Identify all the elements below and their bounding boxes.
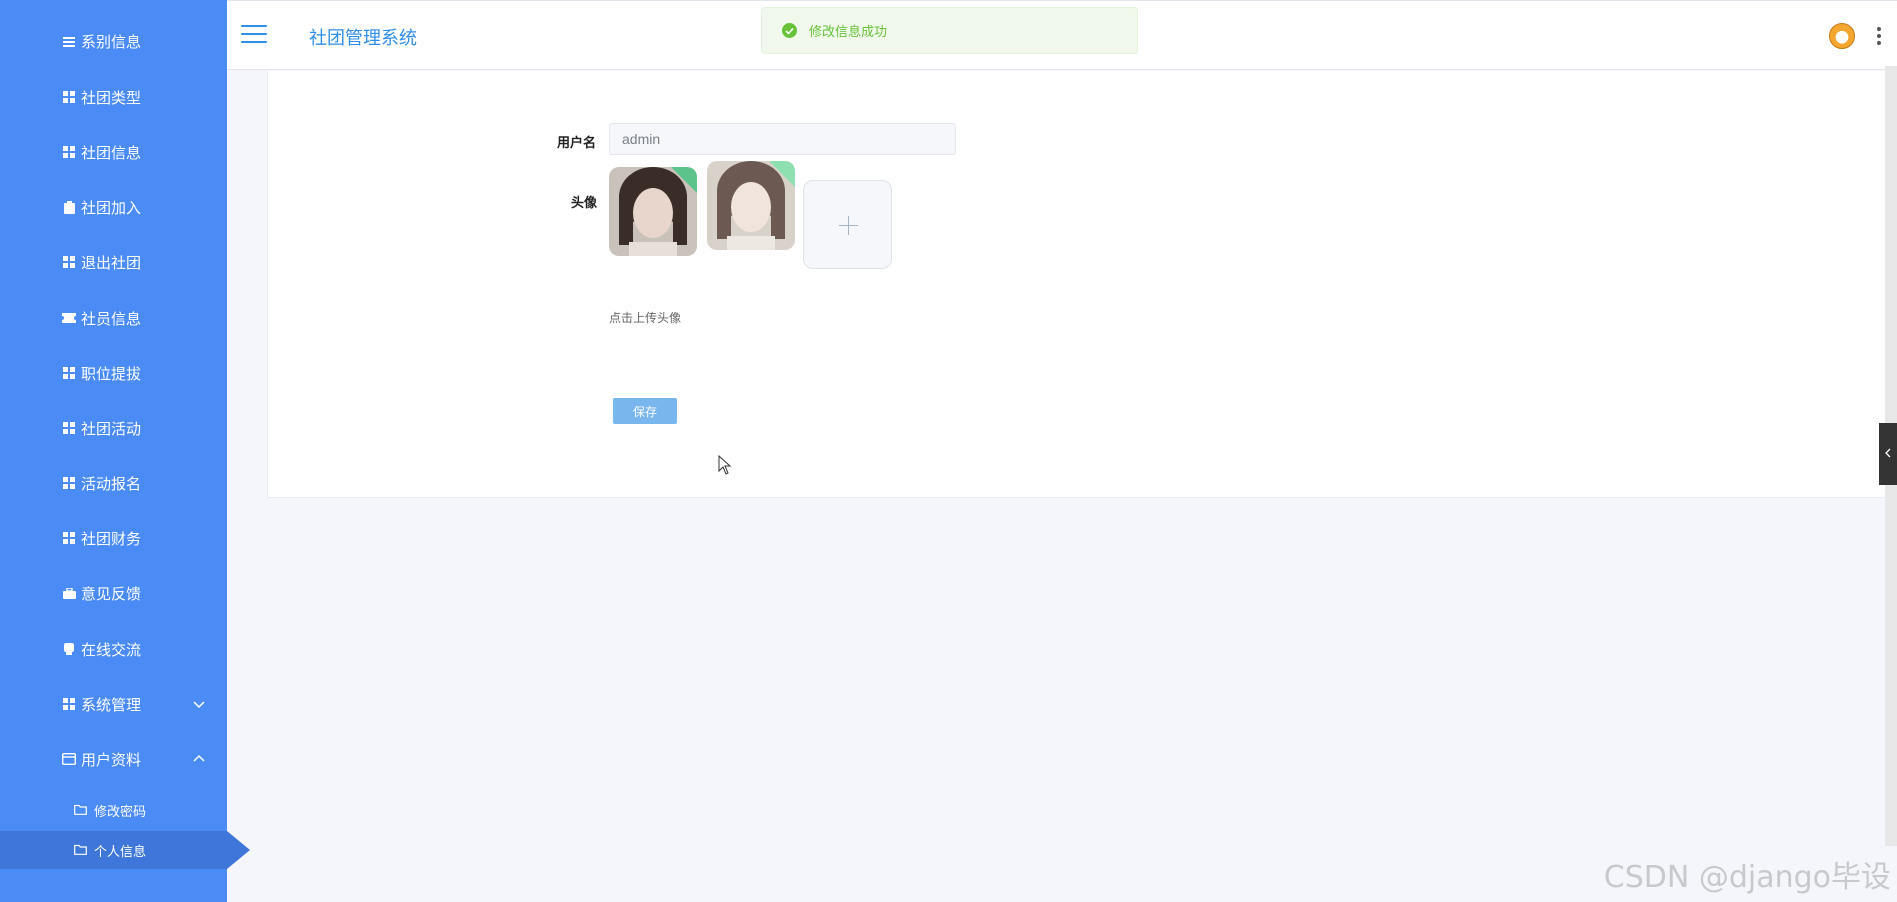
grid-icon [62, 421, 76, 435]
briefcase-icon [62, 586, 76, 600]
sidebar-item-label: 社团活动 [81, 419, 142, 438]
app-title: 社团管理系统 [309, 28, 417, 49]
sidebar-item-user-profile[interactable]: 用户资料 [0, 739, 227, 779]
sidebar-item-label: 社团加入 [81, 198, 142, 217]
grid-icon [62, 531, 76, 545]
sidebar-item-label: 社员信息 [81, 309, 142, 328]
username-input[interactable]: admin [609, 123, 956, 155]
sidebar-item-label: 修改密码 [94, 804, 147, 820]
sidebar-item-club-finance[interactable]: 社团财务 [0, 518, 227, 558]
chevron-up-icon [193, 754, 205, 762]
profile-form-card [267, 71, 1897, 498]
sidebar-item-club-info[interactable]: 社团信息 [0, 132, 227, 172]
sidebar-item-club-join[interactable]: 社团加入 [0, 187, 227, 227]
sidebar-item-club-quit[interactable]: 退出社团 [0, 242, 227, 282]
grid-icon [62, 90, 76, 104]
list-icon [62, 34, 76, 48]
side-panel-toggle[interactable] [1879, 423, 1897, 485]
grid-icon [62, 476, 76, 490]
sidebar-item-activity-signup[interactable]: 活动报名 [0, 463, 227, 503]
folder-icon [74, 844, 88, 856]
sidebar-item-label: 用户资料 [81, 750, 142, 769]
sidebar-item-label: 个人信息 [94, 844, 147, 860]
sidebar-item-label: 活动报名 [81, 474, 142, 493]
sidebar-item-online-chat[interactable]: 在线交流 [0, 629, 227, 669]
sidebar-item-label: 系统管理 [81, 695, 142, 714]
grid-icon [62, 255, 76, 269]
check-circle-icon [782, 23, 797, 38]
toast-message: 修改信息成功 [809, 25, 888, 40]
grid-icon [62, 145, 76, 159]
sidebar-item-club-activity[interactable]: 社团活动 [0, 408, 227, 448]
sidebar-subitem-change-password[interactable]: 修改密码 [0, 791, 227, 829]
sidebar-item-label: 社团财务 [81, 529, 142, 548]
avatar-upload-button[interactable] [803, 180, 892, 269]
avatar-thumbnail[interactable] [707, 161, 795, 250]
grid-icon [62, 697, 76, 711]
sidebar-item-label: 退出社团 [81, 253, 142, 272]
sidebar-item-label: 职位提拔 [81, 364, 142, 383]
hamburger-menu-icon[interactable] [241, 25, 267, 45]
sidebar-item-department[interactable]: 系别信息 [0, 21, 227, 61]
sidebar-item-label: 系别信息 [81, 32, 142, 51]
active-indicator [227, 831, 250, 869]
chevron-down-icon [193, 701, 205, 709]
user-avatar[interactable] [1829, 23, 1855, 49]
save-button[interactable]: 保存 [613, 398, 677, 424]
chat-icon [62, 642, 76, 656]
more-options-icon[interactable] [1877, 27, 1881, 45]
sidebar-item-members[interactable]: 社员信息 [0, 298, 227, 338]
clipboard-icon [62, 200, 76, 214]
username-label: 用户名 [557, 136, 597, 151]
grid-icon [62, 366, 76, 380]
window-icon [62, 752, 76, 766]
sidebar-item-club-type[interactable]: 社团类型 [0, 77, 227, 117]
chevron-left-icon [1885, 448, 1891, 458]
watermark: CSDN @django毕设 [1603, 860, 1891, 895]
sidebar-item-system-management[interactable]: 系统管理 [0, 684, 227, 724]
sidebar-item-label: 在线交流 [81, 640, 142, 659]
avatar-label: 头像 [571, 196, 598, 211]
folder-icon [74, 804, 88, 816]
sidebar-item-label: 社团类型 [81, 88, 142, 107]
sidebar-subitem-personal-info[interactable]: 个人信息 [0, 831, 227, 869]
ticket-icon [62, 311, 76, 325]
mouse-cursor-icon [718, 455, 732, 475]
sidebar-item-promotion[interactable]: 职位提拔 [0, 353, 227, 393]
sidebar-item-label: 社团信息 [81, 143, 142, 162]
upload-hint: 点击上传头像 [609, 311, 682, 325]
avatar-thumbnail[interactable] [609, 167, 697, 256]
sidebar-item-label: 意见反馈 [81, 584, 142, 603]
sidebar-item-feedback[interactable]: 意见反馈 [0, 573, 227, 613]
success-toast: 修改信息成功 [761, 7, 1138, 54]
sidebar: 系别信息 社团类型 社团信息 社团加入 退出社团 社员信息 职位提拔 社团活动 … [0, 0, 227, 902]
